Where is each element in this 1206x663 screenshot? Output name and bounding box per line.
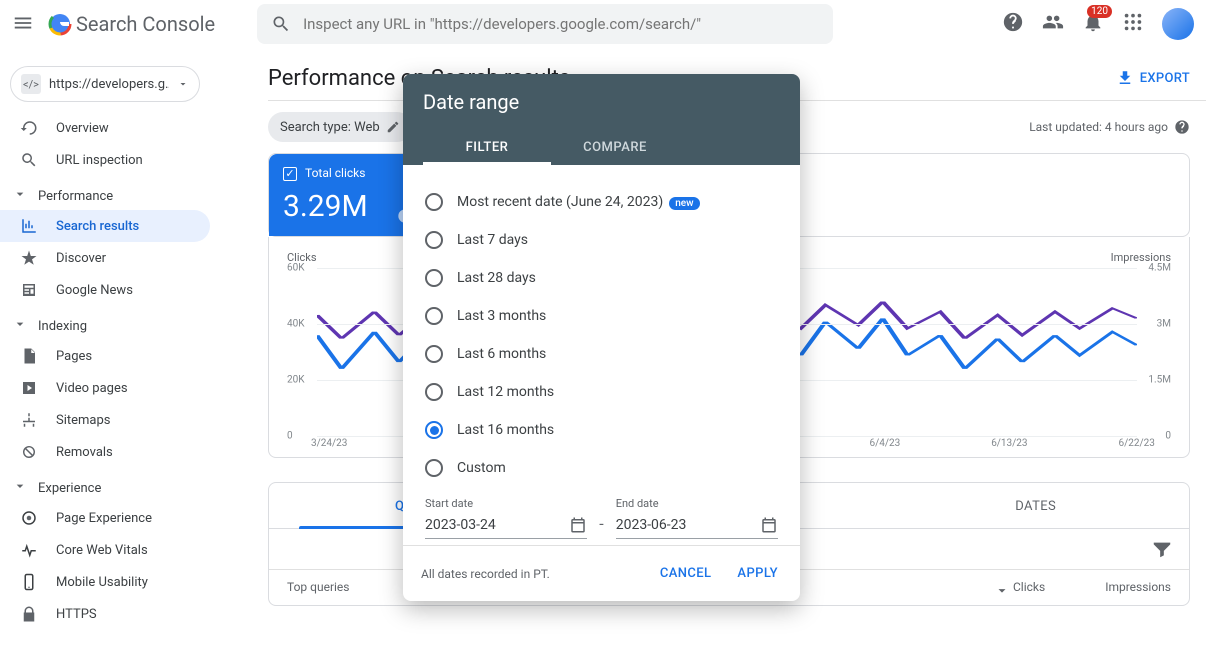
radio-icon bbox=[425, 231, 443, 249]
calendar-icon bbox=[760, 516, 778, 534]
date-range-option[interactable]: Last 16 months bbox=[425, 411, 778, 449]
modal-title: Date range bbox=[423, 90, 780, 114]
radio-icon bbox=[425, 459, 443, 477]
start-date-label: Start date bbox=[425, 497, 587, 510]
radio-icon bbox=[425, 345, 443, 363]
date-range-option[interactable]: Last 7 days bbox=[425, 221, 778, 259]
timezone-note: All dates recorded in PT. bbox=[421, 567, 550, 581]
cancel-button[interactable]: CANCEL bbox=[656, 560, 716, 587]
radio-icon bbox=[425, 269, 443, 287]
new-badge: new bbox=[669, 197, 699, 210]
calendar-icon bbox=[569, 516, 587, 534]
radio-icon bbox=[425, 307, 443, 325]
date-separator: - bbox=[597, 514, 605, 539]
date-range-option[interactable]: Last 28 days bbox=[425, 259, 778, 297]
radio-icon bbox=[425, 193, 443, 211]
date-range-option[interactable]: Last 6 months bbox=[425, 335, 778, 373]
end-date-label: End date bbox=[616, 497, 778, 510]
radio-icon bbox=[425, 421, 443, 439]
start-date-input[interactable]: 2023-03-24 bbox=[425, 512, 587, 539]
radio-icon bbox=[425, 383, 443, 401]
modal-tab[interactable]: FILTER bbox=[423, 128, 551, 165]
apply-button[interactable]: APPLY bbox=[733, 560, 782, 587]
date-range-option[interactable]: Last 3 months bbox=[425, 297, 778, 335]
date-range-option[interactable]: Custom bbox=[425, 449, 778, 487]
end-date-input[interactable]: 2023-06-23 bbox=[616, 512, 778, 539]
date-range-modal: Date range FILTERCOMPARE Most recent dat… bbox=[403, 74, 800, 601]
date-range-option[interactable]: Most recent date (June 24, 2023)new bbox=[425, 183, 778, 221]
date-range-option[interactable]: Last 12 months bbox=[425, 373, 778, 411]
modal-tab[interactable]: COMPARE bbox=[551, 128, 679, 165]
